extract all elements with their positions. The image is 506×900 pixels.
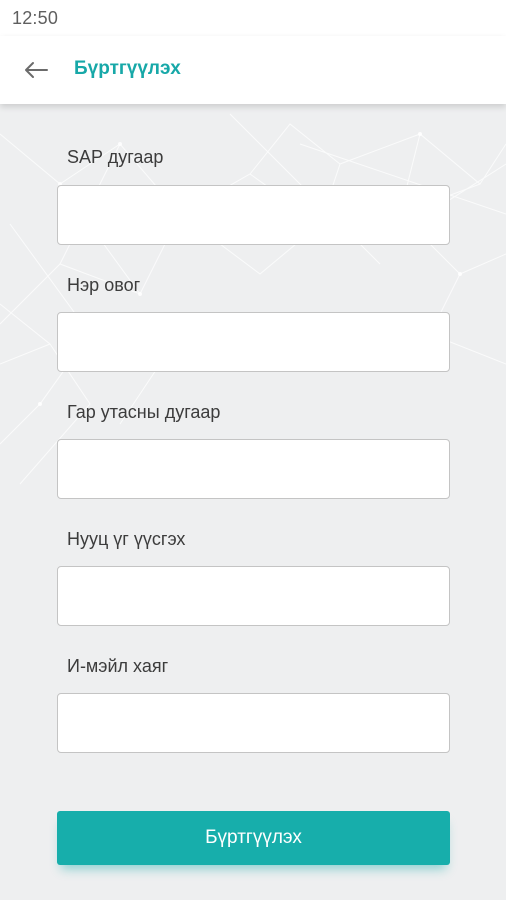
phone-number-input[interactable] xyxy=(57,439,450,499)
create-password-label: Нууц үг үүсгэх xyxy=(67,529,186,549)
register-button[interactable]: Бүртгүүлэх xyxy=(57,811,450,865)
status-bar: 12:50 xyxy=(0,0,506,36)
page-title: Бүртгүүлэх xyxy=(74,58,181,79)
full-name-input[interactable] xyxy=(57,312,450,372)
arrow-left-icon xyxy=(25,62,48,78)
email-label: И-мэйл хаяг xyxy=(67,656,169,676)
status-time: 12:50 xyxy=(12,8,59,28)
full-name-label: Нэр овог xyxy=(67,275,141,295)
phone-number-label: Гар утасны дугаар xyxy=(67,402,221,422)
email-input[interactable] xyxy=(57,693,450,753)
app-bar: Бүртгүүлэх xyxy=(0,36,506,104)
create-password-input[interactable] xyxy=(57,566,450,626)
registration-form: SAP дугаар Нэр овог Гар утасны дугаар Ну… xyxy=(0,104,506,900)
back-button[interactable] xyxy=(14,50,58,90)
sap-number-input[interactable] xyxy=(57,185,450,245)
sap-number-label: SAP дугаар xyxy=(67,147,164,167)
